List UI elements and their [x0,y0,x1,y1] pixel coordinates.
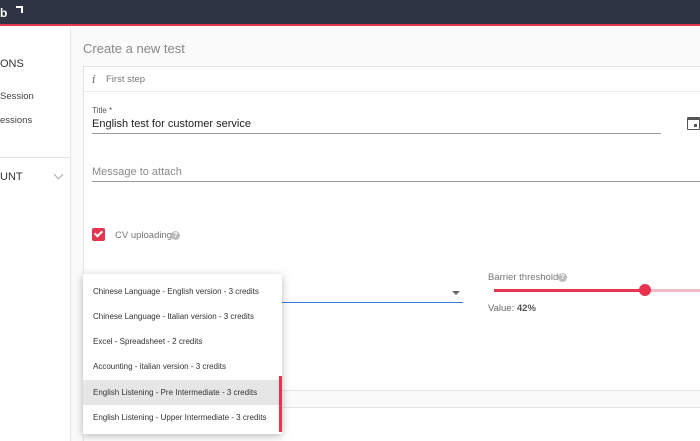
dropdown-option[interactable]: Accounting - italian version - 3 credits [83,354,282,379]
info-icon: i [92,73,96,86]
dropdown-arrow-icon[interactable] [452,291,460,295]
calendar-icon-dot [694,124,697,127]
barrier-value-number: 42% [516,303,536,314]
dropdown-option[interactable]: Chinese Language - English version - 3 c… [83,279,282,304]
dropdown-option[interactable]: Excel - Spreadsheet - 2 credits [83,329,282,354]
message-field-underline [92,181,700,182]
step-label: First step [106,74,146,85]
sidebar-item-session[interactable]: Session [0,91,34,102]
help-icon[interactable]: ? [558,273,567,282]
dropdown-option[interactable]: Chinese Language - Italian version - 3 c… [83,304,282,329]
page-title: Create a new test [83,41,185,56]
cv-uploading-label: CV uploading [115,230,173,241]
step-header[interactable]: i First step [84,67,700,92]
title-field-underline [92,133,661,134]
help-icon[interactable]: ? [171,231,180,240]
title-field[interactable]: English test for customer service [92,118,251,130]
dropdown-scrollbar[interactable] [279,376,282,432]
sidebar-divider [0,157,71,158]
logo-mark-icon [16,6,23,13]
sidebar-section-title: ONS [0,58,24,70]
barrier-value-label: Value: [488,303,515,314]
top-bar [0,0,700,26]
sidebar [0,28,71,441]
dropdown-option[interactable]: English Listening - Upper Intermediate -… [83,405,282,430]
dropdown-option[interactable]: English Listening - Pre Intermediate - 3… [83,380,282,405]
barrier-slider-thumb[interactable] [639,284,651,296]
sidebar-section-account[interactable]: UNT [0,171,23,183]
brand-logo[interactable]: b [0,6,7,20]
barrier-value: Value: 42% [488,303,536,314]
message-field[interactable]: Message to attach [92,166,182,178]
barrier-slider-fill [494,289,645,292]
title-field-label: Title * [92,106,113,115]
test-dropdown-menu: Chinese Language - English version - 3 c… [83,274,282,434]
barrier-threshold-label: Barrier threshold [488,272,559,283]
sidebar-item-sessions[interactable]: essions [0,115,32,126]
